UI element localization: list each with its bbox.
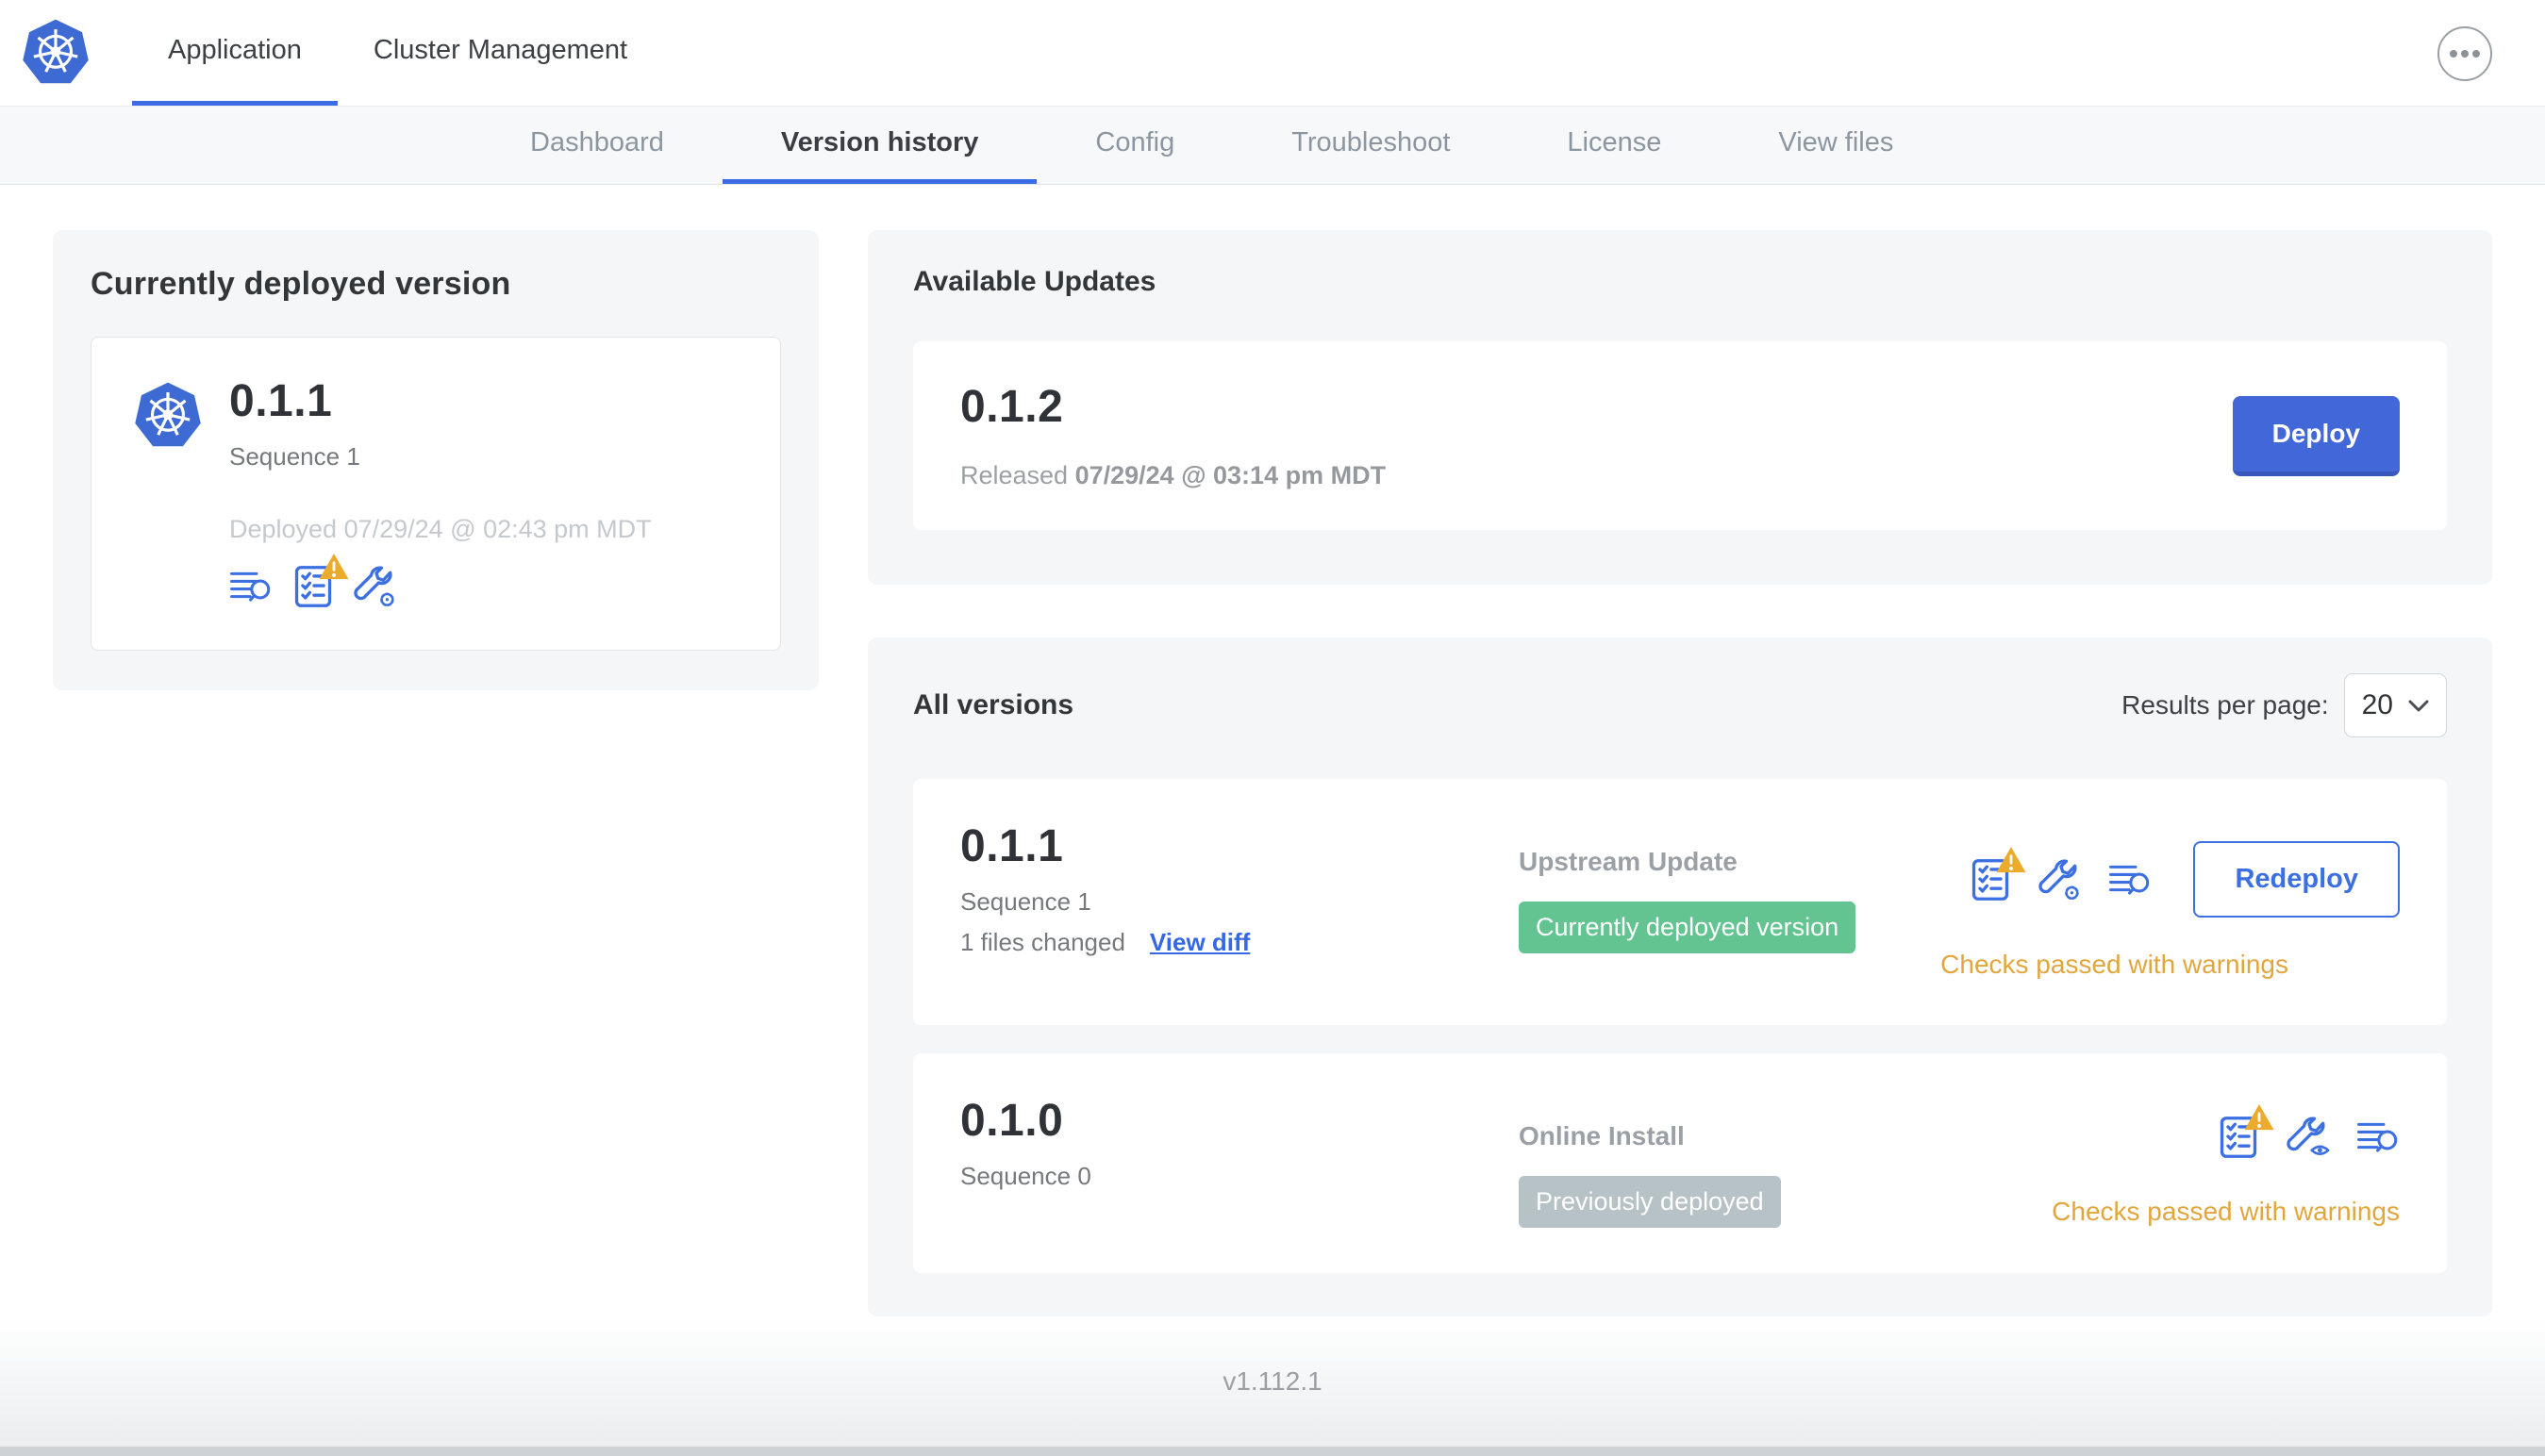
row-sequence: Sequence 0 (960, 1162, 1091, 1190)
currently-deployed-panel: Currently deployed version 0.1.1 Sequenc… (53, 230, 819, 690)
version-source-label: Upstream Update (1519, 847, 1738, 876)
row-version-number: 0.1.1 (960, 821, 1064, 871)
edit-config-icon[interactable] (354, 565, 397, 608)
right-column: Available Updates 0.1.2 Released 07/29/2… (868, 230, 2492, 1316)
previously-deployed-badge: Previously deployed (1519, 1176, 1781, 1228)
subnav-tab-troubleshoot[interactable]: Troubleshoot (1233, 107, 1508, 184)
current-version-number: 0.1.1 (229, 376, 333, 426)
available-update-row: 0.1.2 Released 07/29/24 @ 03:14 pm MDT D… (913, 341, 2447, 530)
page-footer: v1.112.1 (0, 1316, 2545, 1447)
chevron-down-icon (2408, 700, 2429, 712)
app-kubernetes-icon (131, 379, 205, 453)
update-released-date: Released 07/29/24 @ 03:14 pm MDT (960, 461, 1387, 489)
tab-application[interactable]: Application (132, 0, 338, 106)
admin-console-page: Application Cluster Management Dashboard… (0, 0, 2545, 1456)
subnav-tab-license[interactable]: License (1508, 107, 1720, 184)
checks-status-text: Checks passed with warnings (1940, 950, 2288, 979)
warning-triangle-icon (1995, 845, 2027, 874)
results-per-page-select[interactable]: 20 (2343, 673, 2447, 737)
warning-triangle-icon (318, 552, 350, 581)
preflight-checks-warning-icon[interactable] (2217, 1116, 2260, 1159)
console-version-text: v1.112.1 (1223, 1366, 1322, 1396)
update-version-number: 0.1.2 (960, 382, 1064, 432)
bottom-edge-strip (0, 1447, 2545, 1456)
preflight-checks-warning-icon[interactable] (291, 565, 335, 608)
version-row-0-1-1: 0.1.1 Sequence 1 1 files changed View di… (913, 779, 2447, 1025)
files-changed-label: 1 files changed (960, 928, 1125, 956)
release-notes-icon[interactable] (229, 565, 273, 608)
checks-status-text: Checks passed with warnings (2052, 1197, 2400, 1226)
view-config-icon[interactable] (2287, 1116, 2330, 1159)
row-version-number: 0.1.0 (960, 1096, 1064, 1146)
version-source-label: Online Install (1519, 1121, 1685, 1150)
deploy-button[interactable]: Deploy (2232, 395, 2400, 476)
redeploy-button[interactable]: Redeploy (2193, 841, 2400, 918)
currently-deployed-badge: Currently deployed version (1519, 902, 1856, 953)
top-bar: Application Cluster Management (0, 0, 2545, 106)
version-row-0-1-0: 0.1.0 Sequence 0 Online Install Previous… (913, 1053, 2447, 1273)
subnav-tab-config[interactable]: Config (1037, 107, 1233, 184)
warning-triangle-icon (2243, 1102, 2275, 1132)
app-subnav: Dashboard Version history Config Trouble… (0, 106, 2545, 185)
results-per-page-label: Results per page: (2121, 690, 2329, 720)
more-options-button[interactable] (2437, 26, 2492, 81)
current-version-sequence: Sequence 1 (229, 442, 360, 471)
available-updates-panel: Available Updates 0.1.2 Released 07/29/2… (868, 230, 2492, 585)
view-diff-link[interactable]: View diff (1150, 928, 1250, 957)
release-notes-icon[interactable] (2356, 1116, 2400, 1159)
preflight-checks-warning-icon[interactable] (1969, 858, 2012, 902)
ellipsis-icon (2449, 49, 2481, 58)
kubernetes-logo (0, 0, 132, 106)
all-versions-panel: All versions Results per page: 20 0.1.1 … (868, 637, 2492, 1316)
currently-deployed-title: Currently deployed version (91, 266, 511, 302)
subnav-tab-version-history[interactable]: Version history (722, 107, 1038, 184)
edit-config-icon[interactable] (2038, 858, 2082, 902)
subnav-tab-dashboard[interactable]: Dashboard (472, 107, 723, 184)
release-notes-icon[interactable] (2108, 858, 2152, 902)
subnav-tab-view-files[interactable]: View files (1720, 107, 1952, 184)
main-content: Currently deployed version 0.1.1 Sequenc… (0, 185, 2545, 1316)
kubernetes-icon (19, 16, 92, 90)
tab-cluster-management[interactable]: Cluster Management (338, 0, 663, 106)
currently-deployed-card: 0.1.1 Sequence 1 Deployed 07/29/24 @ 02:… (91, 337, 781, 651)
available-updates-title: Available Updates (913, 266, 1156, 297)
current-version-deployed-date: Deployed 07/29/24 @ 02:43 pm MDT (229, 515, 652, 543)
row-sequence: Sequence 1 (960, 887, 1091, 916)
all-versions-title: All versions (913, 689, 1074, 720)
